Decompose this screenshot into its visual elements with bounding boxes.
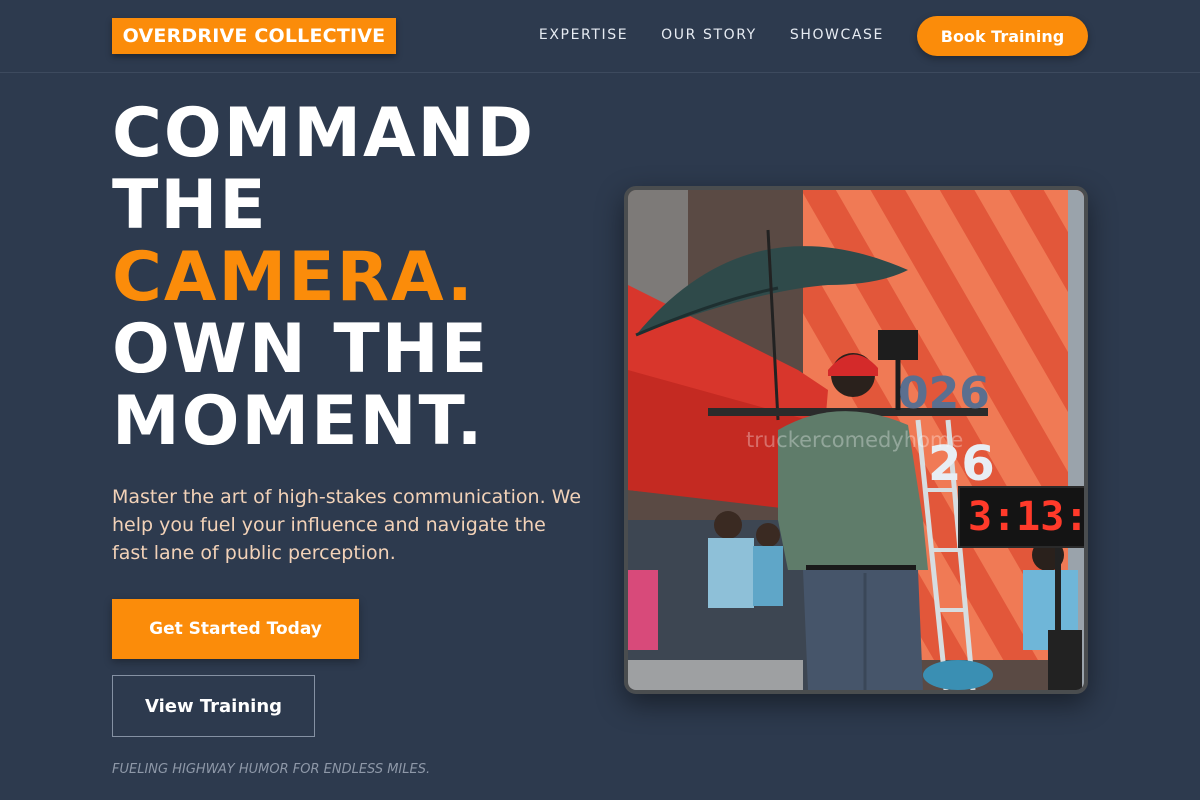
hero-title-line: OWN THE bbox=[112, 310, 490, 389]
nav-link-showcase[interactable]: SHOWCASE bbox=[790, 26, 884, 44]
race-timer-display: 3:13:0 bbox=[958, 486, 1084, 548]
book-training-button[interactable]: Book Training bbox=[917, 16, 1088, 56]
nav-link-our-story[interactable]: OUR STORY bbox=[661, 26, 757, 44]
hero-title-line: COMMAND bbox=[112, 94, 536, 173]
photo-watermark: truckercomedyhome bbox=[746, 428, 964, 452]
hero-title: COMMAND THE CAMERA. OWN THE MOMENT. bbox=[112, 98, 535, 458]
hero-title-accent-line: CAMERA. bbox=[112, 238, 475, 317]
nav-link-expertise[interactable]: EXPERTISE bbox=[539, 26, 628, 44]
get-started-button[interactable]: Get Started Today bbox=[112, 599, 359, 659]
hero-description: Master the art of high-stakes communicat… bbox=[112, 486, 582, 564]
main-nav: EXPERTISE OUR STORY SHOWCASE bbox=[539, 26, 884, 44]
view-training-button[interactable]: View Training bbox=[112, 675, 315, 737]
sign-number-upper: 026 bbox=[898, 368, 990, 419]
site-header: OVERDRIVE COLLECTIVE EXPERTISE OUR STORY… bbox=[0, 0, 1200, 73]
hero-photo: 026 26 truckercomedyhome 3:13:0 bbox=[624, 186, 1088, 694]
brand-logo[interactable]: OVERDRIVE COLLECTIVE bbox=[112, 18, 396, 54]
tagline: FUELING HIGHWAY HUMOR FOR ENDLESS MILES. bbox=[112, 762, 431, 777]
hero-title-line: THE bbox=[112, 166, 268, 245]
hero-title-line: MOMENT. bbox=[112, 382, 485, 461]
